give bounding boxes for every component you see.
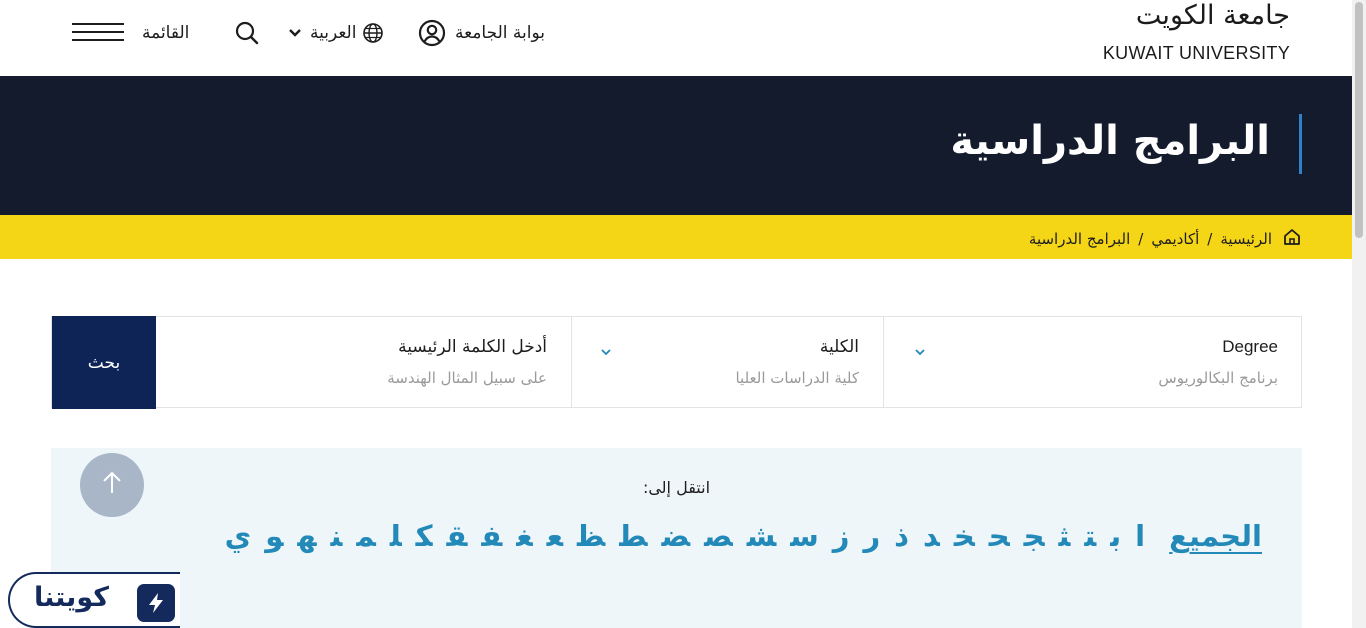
letter-link[interactable]: غ bbox=[516, 519, 532, 553]
goto-label: انتقل إلى: bbox=[642, 478, 711, 497]
keyword-placeholder: على سبيل المثال الهندسة bbox=[387, 369, 547, 387]
letter-link[interactable]: س bbox=[790, 519, 819, 553]
breadcrumb-academic[interactable]: أكاديمي bbox=[1151, 230, 1199, 248]
letter-link[interactable]: ا bbox=[1135, 519, 1145, 553]
letter-link[interactable]: ش bbox=[747, 519, 777, 553]
lightning-icon bbox=[137, 584, 175, 622]
logo-arabic[interactable]: جامعة الكويت bbox=[1136, 0, 1290, 31]
letter-link[interactable]: ض bbox=[662, 519, 691, 553]
letter-link[interactable]: ب bbox=[1110, 519, 1121, 553]
arrow-up-icon bbox=[101, 470, 123, 500]
letter-link[interactable]: ك bbox=[416, 519, 433, 553]
college-value: كلية الدراسات العليا bbox=[735, 369, 859, 387]
language-label: العربية bbox=[310, 23, 357, 43]
keyword-input[interactable]: أدخل الكلمة الرئيسية على سبيل المثال اله… bbox=[156, 317, 571, 407]
menu-label[interactable]: القائمة bbox=[142, 19, 189, 47]
breadcrumb-home[interactable]: الرئيسية bbox=[1220, 230, 1272, 248]
letter-link[interactable]: ف bbox=[481, 519, 502, 553]
kuwaitna-badge[interactable]: كويتنا bbox=[8, 572, 180, 628]
letter-link[interactable]: ق bbox=[447, 519, 468, 553]
college-select[interactable]: الكلية كلية الدراسات العليا bbox=[571, 317, 884, 407]
breadcrumb: الرئيسية / أكاديمي / البرامج الدراسية bbox=[0, 215, 1352, 259]
site-header: جامعة الكويت KUWAIT UNIVERSITY بوابة الج… bbox=[0, 0, 1352, 76]
letter-all[interactable]: الجميع bbox=[1169, 519, 1262, 553]
program-filters: Degree برنامج البكالوريوس الكلية كلية ال… bbox=[51, 316, 1302, 409]
page-hero: البرامج الدراسية bbox=[0, 76, 1352, 215]
keyword-label: أدخل الكلمة الرئيسية bbox=[398, 337, 547, 357]
badge-text: كويتنا bbox=[34, 582, 109, 613]
letter-link[interactable]: م bbox=[356, 519, 375, 553]
degree-label: Degree bbox=[1222, 337, 1278, 356]
degree-select[interactable]: Degree برنامج البكالوريوس bbox=[884, 317, 1302, 407]
breadcrumb-separator: / bbox=[1207, 230, 1213, 248]
letter-link[interactable]: ت bbox=[1084, 519, 1096, 553]
letter-link[interactable]: ط bbox=[619, 519, 647, 553]
letter-link[interactable]: ل bbox=[390, 519, 402, 553]
title-accent-bar bbox=[1299, 114, 1302, 174]
logo-english[interactable]: KUWAIT UNIVERSITY bbox=[1103, 43, 1290, 64]
breadcrumb-separator: / bbox=[1138, 230, 1144, 248]
scrollbar-thumb[interactable] bbox=[1355, 2, 1363, 238]
breadcrumb-current: البرامج الدراسية bbox=[1028, 230, 1131, 248]
letter-link[interactable]: ج bbox=[1024, 519, 1045, 553]
chevron-down-icon bbox=[288, 28, 302, 38]
letter-link[interactable]: ث bbox=[1059, 519, 1071, 553]
back-to-top-button[interactable] bbox=[80, 453, 144, 517]
hamburger-icon[interactable] bbox=[72, 23, 124, 41]
globe-icon bbox=[362, 22, 384, 44]
letter-link[interactable]: ه bbox=[297, 519, 316, 553]
letter-link[interactable]: ن bbox=[331, 519, 343, 553]
alphabet-navigation: انتقل إلى: الجميع ابتثجحخدذرزسشصضطظعغفقك… bbox=[51, 448, 1302, 628]
user-circle-icon bbox=[418, 19, 446, 47]
university-portal-link[interactable]: بوابة الجامعة bbox=[418, 19, 545, 47]
letter-link[interactable]: خ bbox=[954, 519, 975, 553]
letter-link[interactable]: ظ bbox=[577, 519, 605, 553]
page-title: البرامج الدراسية bbox=[950, 118, 1270, 164]
page-scrollbar[interactable] bbox=[1352, 0, 1366, 628]
letter-link[interactable]: ي bbox=[225, 519, 252, 553]
chevron-down-icon bbox=[914, 341, 926, 360]
letter-link[interactable]: ر bbox=[863, 519, 880, 553]
letter-link[interactable]: ز bbox=[833, 519, 850, 553]
letter-link[interactable]: و bbox=[265, 519, 283, 553]
college-label: الكلية bbox=[819, 337, 859, 357]
letter-link[interactable]: ح bbox=[989, 519, 1010, 553]
degree-value: برنامج البكالوريوس bbox=[1158, 369, 1278, 387]
alphabet-letters: الجميع ابتثجحخدذرزسشصضطظعغفقكلمنهوي bbox=[102, 508, 1262, 564]
letter-link[interactable]: ع bbox=[547, 519, 563, 553]
letter-link[interactable]: ذ bbox=[894, 519, 909, 553]
letter-link[interactable]: د bbox=[923, 519, 940, 553]
search-button[interactable]: بحث bbox=[52, 316, 156, 409]
chevron-down-icon bbox=[600, 341, 612, 360]
letter-link[interactable]: ص bbox=[704, 519, 733, 553]
language-selector[interactable]: العربية bbox=[288, 19, 384, 47]
portal-label: بوابة الجامعة bbox=[455, 23, 545, 43]
search-icon[interactable] bbox=[234, 19, 260, 47]
home-icon[interactable] bbox=[1282, 227, 1302, 251]
